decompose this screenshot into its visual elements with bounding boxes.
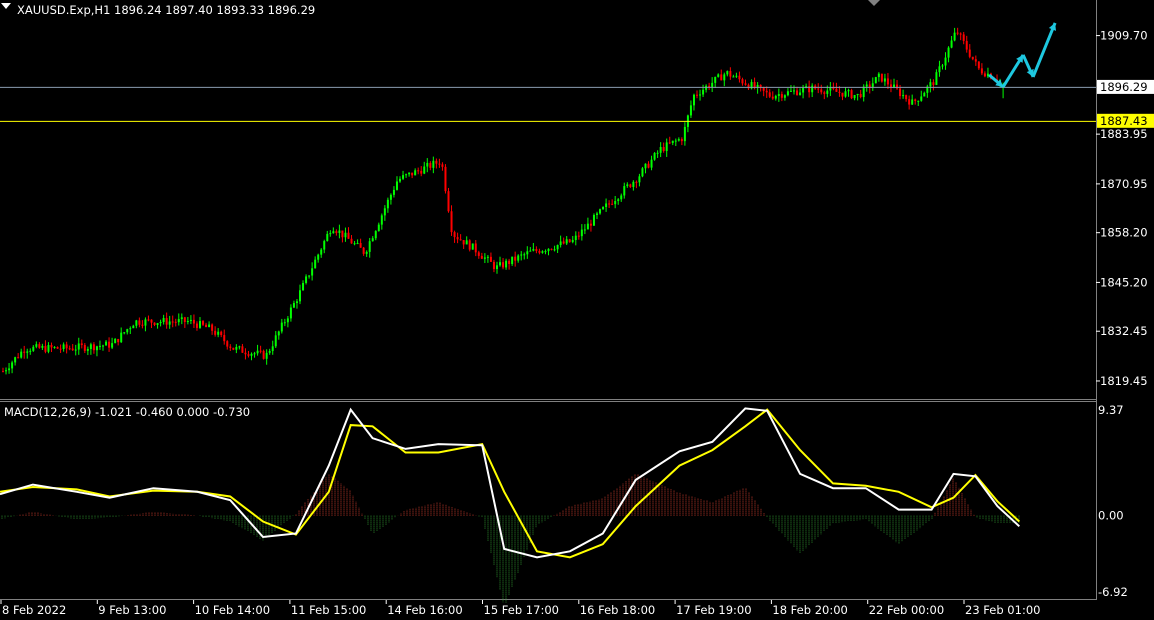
time-tick-label: 22 Feb 00:00 [869, 603, 944, 617]
candle [471, 243, 474, 250]
price-tick-label: 1883.95 [1100, 127, 1148, 141]
candle [447, 187, 450, 213]
time-tick-label: 9 Feb 13:00 [98, 603, 166, 617]
candle [592, 213, 595, 226]
candle [262, 349, 265, 360]
symbol-ohlc-label: XAUUSD.Exp,H1 1896.24 1897.40 1893.33 18… [17, 3, 315, 17]
macd-axis[interactable]: 9.37 0.00 -6.92 [1098, 403, 1128, 599]
price-tick-label: 1845.20 [1100, 275, 1148, 289]
current-price-badge: 1896.29 [1097, 79, 1154, 94]
macd-main-line [0, 407, 1020, 559]
time-tick-label: 14 Feb 16:00 [387, 603, 462, 617]
time-tick-label: 17 Feb 19:00 [676, 603, 751, 617]
time-tick-label: 11 Feb 15:00 [291, 603, 366, 617]
time-tick-label: 23 Feb 01:00 [965, 603, 1040, 617]
macd-tick-label: 0.00 [1098, 509, 1124, 523]
macd-tick-label: 9.37 [1098, 403, 1124, 417]
time-tick-label: 18 Feb 20:00 [772, 603, 847, 617]
time-tick-label: 10 Feb 14:00 [195, 603, 270, 617]
price-tick-label: 1832.45 [1100, 324, 1148, 338]
macd-histogram [1, 473, 1020, 603]
price-tick-label: 1909.70 [1100, 29, 1148, 43]
time-tick-label: 15 Feb 17:00 [484, 603, 559, 617]
price-tick-label: 1870.95 [1100, 177, 1148, 191]
macd-signal-line [0, 408, 1020, 559]
trading-chart-window[interactable]: XAUUSD.Exp,H1 1896.24 1897.40 1893.33 18… [0, 0, 1154, 620]
price-panel-background [0, 0, 1096, 398]
time-tick-label: 16 Feb 18:00 [580, 603, 655, 617]
macd-indicator-label: MACD(12,26,9) -1.021 -0.460 0.000 -0.730 [4, 405, 250, 419]
time-axis[interactable]: 8 Feb 2022 9 Feb 13:00 10 Feb 14:00 11 Feb … [0, 600, 1040, 617]
price-tick-label: 1858.20 [1100, 226, 1148, 240]
candle [641, 166, 644, 178]
svg-text:1887.43: 1887.43 [1100, 114, 1148, 128]
candle [874, 76, 877, 84]
candle [468, 239, 471, 252]
candle [653, 152, 656, 161]
time-tick-label: 8 Feb 2022 [2, 603, 66, 617]
candle [444, 164, 447, 194]
price-tick-label: 1819.45 [1100, 374, 1148, 388]
price-axis[interactable]: 1909.70 1883.95 1870.95 1858.20 1845.20 1832.… [1096, 29, 1154, 388]
candle [880, 73, 883, 83]
macd-panel[interactable]: MACD(12,26,9) -1.021 -0.460 0.000 -0.730 [0, 405, 1020, 603]
level-price-badge: 1887.43 [1097, 113, 1154, 128]
macd-tick-label: -6.92 [1098, 585, 1128, 599]
price-panel[interactable]: XAUUSD.Exp,H1 1896.24 1897.40 1893.33 18… [0, 0, 1096, 398]
candle [850, 88, 853, 100]
svg-text:1896.29: 1896.29 [1100, 80, 1148, 94]
